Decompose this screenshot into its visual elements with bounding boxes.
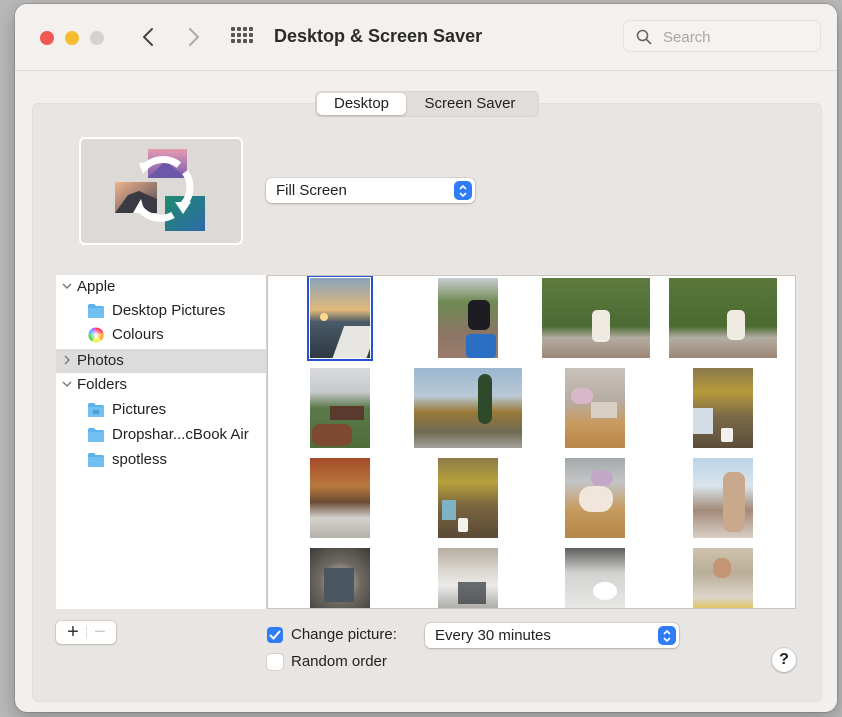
random-order-label: Random order	[291, 653, 387, 670]
window-title: Desktop & Screen Saver	[274, 26, 483, 46]
dynamic-wallpaper-rotation-icon	[115, 149, 205, 231]
tab-bar: Desktop Screen Saver	[315, 91, 539, 117]
photo-thumbnail[interactable]	[693, 458, 753, 538]
sidebar-item-colours[interactable]: Colours	[56, 323, 266, 347]
checkmark-icon	[269, 630, 281, 640]
photo-thumbnail[interactable]	[414, 368, 522, 448]
chevron-down-icon[interactable]	[60, 377, 74, 391]
search-input[interactable]	[661, 26, 815, 48]
sidebar-item-spotless[interactable]: spotless	[56, 448, 266, 472]
sidebar-item-desktop-pictures[interactable]: Desktop Pictures	[56, 299, 266, 323]
change-interval-value: Every 30 minutes	[435, 627, 551, 644]
photo-thumbnail[interactable]	[542, 278, 650, 358]
photo-thumbnail[interactable]	[693, 368, 753, 448]
change-interval-select[interactable]: Every 30 minutes	[425, 623, 679, 648]
title-bar: Desktop & Screen Saver	[15, 4, 837, 71]
fit-mode-value: Fill Screen	[276, 182, 347, 199]
color-wheel-icon	[88, 327, 104, 343]
photo-thumbnail[interactable]	[438, 548, 498, 608]
sidebar-item-label: Colours	[112, 326, 164, 343]
add-folder-button[interactable]: +	[62, 621, 84, 644]
photo-thumbnail[interactable]	[310, 548, 370, 608]
photo-thumbnail[interactable]	[693, 548, 753, 608]
tree-group-label: Apple	[77, 278, 116, 295]
change-picture-checkbox[interactable]	[267, 627, 283, 643]
folder-icon	[88, 453, 104, 467]
photo-thumbnail[interactable]	[565, 368, 625, 448]
search-icon	[636, 29, 652, 45]
up-down-chevron-icon	[454, 181, 472, 200]
remove-folder-button[interactable]: −	[89, 621, 111, 644]
chevron-left-icon	[143, 28, 153, 46]
sidebar-item-pictures[interactable]: Pictures	[56, 398, 266, 422]
tree-group-apple[interactable]: Apple	[56, 275, 266, 299]
zoom-button[interactable]	[90, 31, 104, 45]
photo-thumbnail[interactable]	[310, 368, 370, 448]
tree-group-label: Folders	[77, 376, 128, 393]
show-all-grid-icon[interactable]	[231, 27, 255, 47]
source-list: Apple Desktop Pictures Colours Photos Fo…	[56, 275, 267, 609]
photo-thumbnail[interactable]	[307, 276, 373, 361]
help-button[interactable]: ?	[772, 648, 796, 672]
tree-group-folders[interactable]: Folders	[56, 373, 266, 397]
tree-group-photos[interactable]: Photos	[56, 349, 266, 373]
photo-thumbnail[interactable]	[310, 458, 370, 538]
tab-desktop[interactable]: Desktop	[317, 93, 406, 115]
system-preferences-window: Desktop & Screen Saver Desktop Screen Sa…	[15, 4, 837, 712]
chevron-right-icon[interactable]	[60, 353, 74, 367]
random-order-checkbox[interactable]	[267, 654, 283, 670]
folder-icon	[88, 428, 104, 442]
divider	[86, 626, 87, 639]
tab-screen-saver[interactable]: Screen Saver	[406, 93, 534, 115]
up-down-chevron-icon	[658, 626, 676, 645]
change-picture-label: Change picture:	[291, 626, 397, 643]
forward-button[interactable]	[181, 24, 207, 50]
tree-group-label: Photos	[77, 352, 124, 369]
chevron-down-icon[interactable]	[60, 279, 74, 293]
photo-grid	[267, 275, 796, 609]
sidebar-item-dropshare[interactable]: Dropshar...cBook Air	[56, 423, 266, 447]
photo-thumbnail[interactable]	[669, 278, 777, 358]
desktop-preview	[79, 137, 243, 245]
pictures-folder-icon	[88, 403, 104, 417]
add-remove-control: + −	[56, 621, 116, 644]
sidebar-item-label: spotless	[112, 451, 168, 468]
back-button[interactable]	[135, 24, 161, 50]
photo-thumbnail[interactable]	[565, 548, 625, 608]
photo-thumbnail[interactable]	[565, 458, 625, 538]
search-field[interactable]	[623, 20, 821, 52]
sidebar-item-label: Dropshar...cBook Air	[112, 426, 249, 443]
sidebar-item-label: Desktop Pictures	[112, 302, 226, 319]
sidebar-item-label: Pictures	[112, 401, 167, 418]
close-button[interactable]	[40, 31, 54, 45]
fit-mode-select[interactable]: Fill Screen	[266, 178, 475, 203]
photo-thumbnail[interactable]	[438, 458, 498, 538]
minimize-button[interactable]	[65, 31, 79, 45]
photo-thumbnail[interactable]	[438, 278, 498, 358]
chevron-right-icon	[189, 28, 199, 46]
folder-icon	[88, 304, 104, 318]
